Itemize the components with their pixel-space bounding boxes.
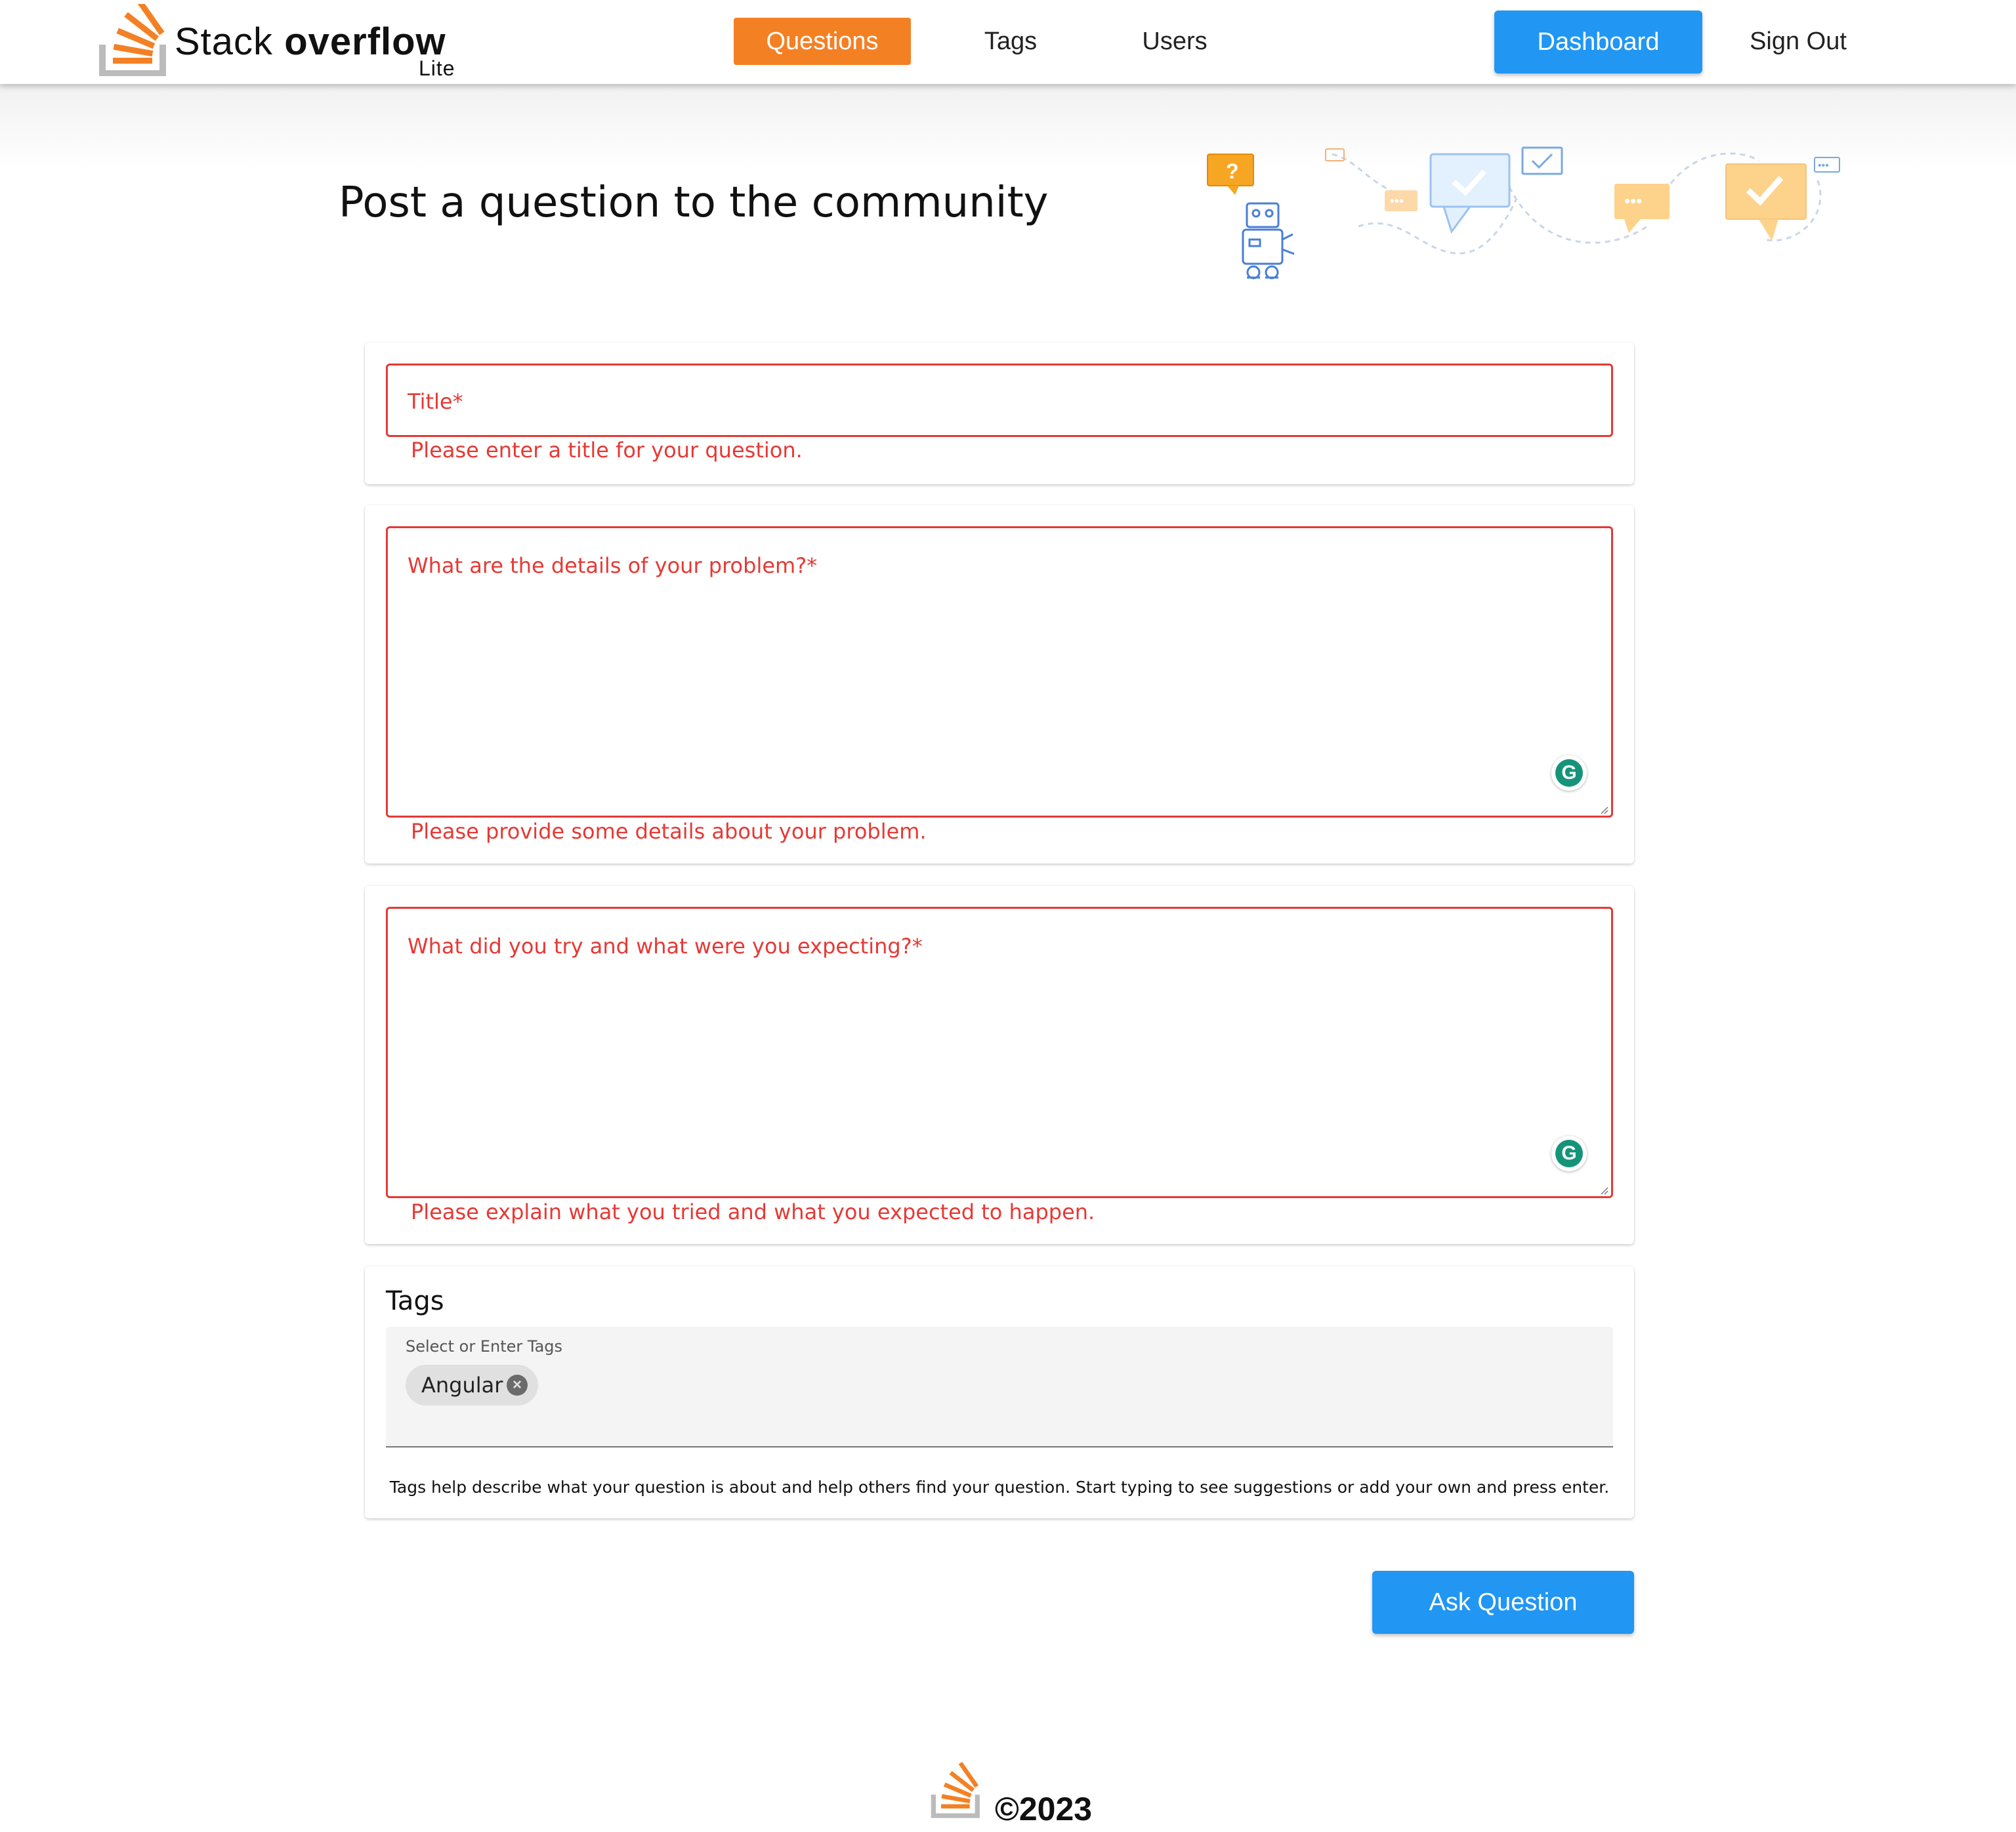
- grammarly-icon[interactable]: G: [1551, 755, 1587, 791]
- title-error: Please enter a title for your question.: [411, 438, 803, 463]
- footer-logo-icon: [931, 1762, 980, 1818]
- tags-input-label: Select or Enter Tags: [406, 1337, 563, 1356]
- title-input[interactable]: Title*: [386, 364, 1613, 437]
- ask-question-button[interactable]: Ask Question: [1372, 1571, 1634, 1634]
- robot-chat-illustration-icon: ? ••• ••• •••: [1207, 146, 1840, 280]
- tags-heading: Tags: [386, 1286, 444, 1316]
- tried-textarea-label: What did you try and what were you expec…: [408, 934, 923, 959]
- tags-input[interactable]: Select or Enter Tags Angular ×: [386, 1327, 1613, 1447]
- resize-handle-icon[interactable]: [1599, 1186, 1608, 1195]
- svg-text:•••: •••: [1818, 160, 1829, 171]
- grammarly-icon[interactable]: G: [1551, 1136, 1587, 1171]
- brand-name: Stack overflow: [175, 20, 446, 63]
- remove-tag-icon[interactable]: ×: [507, 1375, 528, 1396]
- tried-card: What did you try and what were you expec…: [365, 886, 1634, 1244]
- nav-users-link[interactable]: Users: [1135, 18, 1214, 65]
- details-card: What are the details of your problem?* G…: [365, 505, 1634, 864]
- svg-text:•••: •••: [1624, 191, 1642, 211]
- tags-help-text: Tags help describe what your question is…: [389, 1478, 1610, 1497]
- top-navbar: Stack overflow Lite Questions Tags Users…: [0, 0, 2016, 84]
- details-error: Please provide some details about your p…: [411, 819, 927, 844]
- tag-chip-label: Angular: [421, 1373, 503, 1398]
- dashboard-button[interactable]: Dashboard: [1494, 10, 1702, 73]
- nav-questions-button[interactable]: Questions: [734, 18, 911, 65]
- footer-copyright: ©2023: [995, 1791, 1093, 1827]
- nav-tags-link[interactable]: Tags: [978, 18, 1043, 65]
- details-textarea-label: What are the details of your problem?*: [408, 553, 818, 578]
- svg-text:?: ?: [1226, 159, 1239, 183]
- svg-text:•••: •••: [1390, 194, 1404, 209]
- title-card: Title* Please enter a title for your que…: [365, 343, 1634, 484]
- sign-out-link[interactable]: Sign Out: [1739, 18, 1857, 65]
- tried-error: Please explain what you tried and what y…: [411, 1199, 1095, 1224]
- tried-textarea[interactable]: What did you try and what were you expec…: [386, 907, 1613, 1198]
- brand-subtitle: Lite: [419, 56, 455, 80]
- resize-handle-icon[interactable]: [1599, 805, 1608, 814]
- stack-overflow-logo-icon: [99, 4, 166, 76]
- tags-card: Tags Select or Enter Tags Angular × Tags…: [365, 1266, 1634, 1518]
- title-input-label: Title*: [408, 389, 463, 414]
- page-title: Post a question to the community: [339, 178, 1049, 227]
- details-textarea[interactable]: What are the details of your problem?* G: [386, 526, 1613, 818]
- brand-logo[interactable]: Stack overflow Lite: [98, 4, 466, 80]
- tag-chip-angular[interactable]: Angular ×: [406, 1365, 538, 1405]
